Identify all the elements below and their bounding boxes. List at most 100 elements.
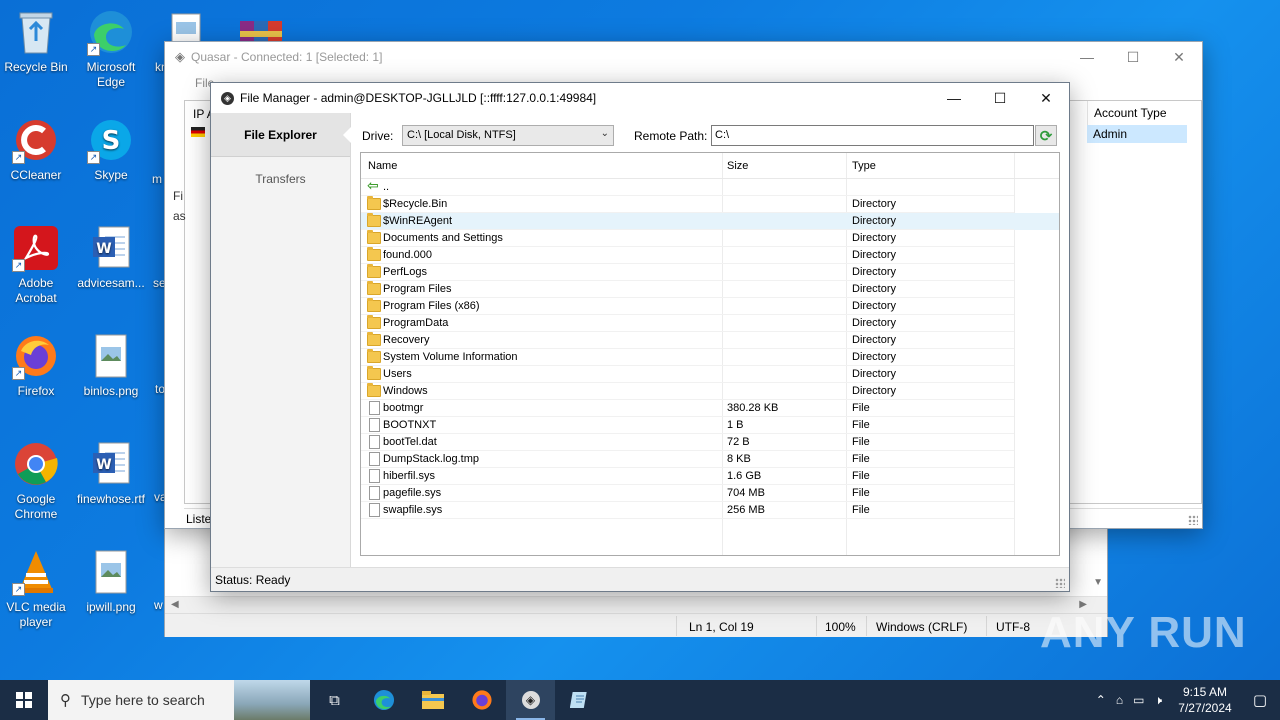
taskbar-search[interactable]: ⚲ Type here to search [48, 680, 310, 720]
refresh-button[interactable]: ⟳ [1035, 125, 1057, 146]
file-row[interactable]: System Volume Information Directory [361, 349, 1059, 366]
file-row[interactable]: swapfile.sys 256 MB File [361, 502, 1059, 519]
desktop-icon-label: se [153, 276, 166, 290]
file-row[interactable]: ⇦.. [361, 177, 1059, 196]
remote-path-input[interactable]: C:\ [711, 125, 1034, 146]
desktop-icon-ccleaner[interactable]: ↗ CCleaner [0, 116, 72, 183]
start-button[interactable] [0, 680, 48, 720]
file-row[interactable]: PerfLogs Directory [361, 264, 1059, 281]
column-header-size[interactable]: Size [727, 160, 748, 172]
file-row[interactable]: found.000 Directory [361, 247, 1059, 264]
file-list[interactable]: Name Size Type ⇦.. $Recycle.Bin Directory $… [360, 152, 1060, 556]
taskbar-notepad[interactable] [555, 680, 604, 720]
scroll-down-icon[interactable]: ▼ [1093, 577, 1103, 588]
ethernet-icon[interactable]: ▭ [1133, 693, 1144, 707]
desktop-icon-label: binlos.png [83, 384, 139, 398]
refresh-icon: ⟳ [1039, 127, 1053, 145]
file-manager-title: File Manager - admin@DESKTOP-JGLLJLD [::… [240, 91, 597, 105]
taskbar-firefox[interactable] [457, 680, 506, 720]
file-row[interactable]: Recovery Directory [361, 332, 1059, 349]
word-document-icon: W [87, 224, 135, 272]
horizontal-scrollbar[interactable]: ◀ ▶ [165, 596, 1107, 613]
column-header-name[interactable]: Name [368, 160, 397, 172]
minimize-button[interactable]: — [1064, 42, 1110, 72]
column-header-type[interactable]: Type [852, 160, 876, 172]
file-row[interactable]: Documents and Settings Directory [361, 230, 1059, 247]
file-size: 256 MB [727, 504, 765, 516]
file-row[interactable]: Users Directory [361, 366, 1059, 383]
quasar-titlebar[interactable]: ◈ Quasar - Connected: 1 [Selected: 1] — … [165, 42, 1202, 72]
file-row[interactable]: Windows Directory [361, 383, 1059, 400]
desktop-icon-firefox[interactable]: ↗ Firefox [0, 332, 72, 399]
desktop-icon-va[interactable]: va [150, 454, 167, 505]
volume-icon[interactable]: 🕨 [1154, 693, 1162, 708]
desktop-icon-edge[interactable]: ↗ Microsoft Edge [75, 8, 147, 90]
chevron-up-icon[interactable]: ⌃ [1096, 693, 1106, 707]
folder-icon [367, 298, 381, 312]
desktop-icon-skype[interactable]: S ↗ Skype [75, 116, 147, 183]
folder-icon [367, 383, 381, 397]
account-type-column-header[interactable]: Account Type [1087, 101, 1187, 125]
system-tray: ⌃ ⌂ ▭ 🕨 9:15 AM 7/27/2024 ▢ [1096, 680, 1280, 720]
desktop-icon-finewhose[interactable]: W finewhose.rtf [75, 440, 147, 507]
taskbar-file-explorer[interactable] [408, 680, 457, 720]
task-view-button[interactable]: ⧉ [310, 680, 359, 720]
file-manager-titlebar[interactable]: ◈ File Manager - admin@DESKTOP-JGLLJLD [… [211, 83, 1069, 113]
file-row[interactable]: ProgramData Directory [361, 315, 1059, 332]
resize-grip[interactable] [1188, 515, 1198, 525]
maximize-button[interactable]: ☐ [1110, 42, 1156, 72]
notification-icon[interactable]: ▢ [1240, 691, 1280, 709]
folder-icon [367, 366, 381, 380]
desktop-icon-ipwill[interactable]: ipwill.png [75, 548, 147, 615]
tab-transfers[interactable]: Transfers [211, 157, 350, 201]
close-button[interactable]: ✕ [1023, 83, 1069, 113]
file-row[interactable]: $Recycle.Bin Directory [361, 196, 1059, 213]
desktop-icon-se[interactable]: se [150, 240, 166, 291]
desktop-icon-recycle-bin[interactable]: Recycle Bin [0, 8, 72, 75]
resize-grip[interactable] [1055, 578, 1065, 588]
file-row[interactable]: hiberfil.sys 1.6 GB File [361, 468, 1059, 485]
file-type: File [852, 487, 870, 499]
desktop-icon-w[interactable]: w [150, 562, 164, 613]
svg-text:S: S [102, 126, 121, 156]
clock[interactable]: 9:15 AM 7/27/2024 [1170, 684, 1240, 716]
folder-icon [367, 230, 381, 244]
image-file-icon [87, 548, 135, 596]
account-type-cell[interactable]: Admin [1087, 125, 1187, 143]
file-row[interactable]: BOOTNXT 1 B File [361, 417, 1059, 434]
file-row[interactable]: DumpStack.log.tmp 8 KB File [361, 451, 1059, 468]
taskbar-quasar[interactable]: ◈ [506, 680, 555, 720]
desktop-icon-binlos[interactable]: binlos.png [75, 332, 147, 399]
file-name: pagefile.sys [383, 487, 442, 499]
status-separator [676, 616, 677, 636]
scroll-left-icon[interactable]: ◀ [171, 599, 179, 610]
network-icon[interactable]: ⌂ [1116, 693, 1123, 707]
file-row[interactable]: Program Files (x86) Directory [361, 298, 1059, 315]
desktop-icon-google-chrome[interactable]: Google Chrome [0, 440, 72, 522]
drive-select[interactable]: C:\ [Local Disk, NTFS] ⌄ [402, 125, 614, 146]
maximize-button[interactable]: ☐ [977, 83, 1023, 113]
file-row[interactable]: bootTel.dat 72 B File [361, 434, 1059, 451]
folder-icon [367, 196, 381, 210]
file-row[interactable]: bootmgr 380.28 KB File [361, 400, 1059, 417]
file-type: File [852, 436, 870, 448]
file-row[interactable]: pagefile.sys 704 MB File [361, 485, 1059, 502]
file-name: DumpStack.log.tmp [383, 453, 479, 465]
file-row[interactable]: Program Files Directory [361, 281, 1059, 298]
file-size: 704 MB [727, 487, 765, 499]
tab-file-explorer[interactable]: File Explorer [211, 113, 351, 157]
file-row[interactable]: $WinREAgent Directory [361, 213, 1059, 230]
desktop-icon-advicesam[interactable]: W advicesam... [75, 224, 147, 291]
file-name: Users [383, 368, 412, 380]
ccleaner-icon: ↗ [12, 116, 60, 164]
taskbar-edge[interactable] [359, 680, 408, 720]
adobe-acrobat-icon: ↗ [12, 224, 60, 272]
close-button[interactable]: ✕ [1156, 42, 1202, 72]
desktop-icon-vlc[interactable]: ↗ VLC media player [0, 548, 72, 630]
file-manager-sidebar: File Explorer Transfers [211, 113, 351, 567]
desktop-icon-adobe-acrobat[interactable]: ↗ Adobe Acrobat [0, 224, 72, 306]
svg-text:W: W [96, 241, 111, 257]
desktop-icon-to[interactable]: to [150, 346, 165, 397]
file-type: File [852, 504, 870, 516]
minimize-button[interactable]: — [931, 83, 977, 113]
